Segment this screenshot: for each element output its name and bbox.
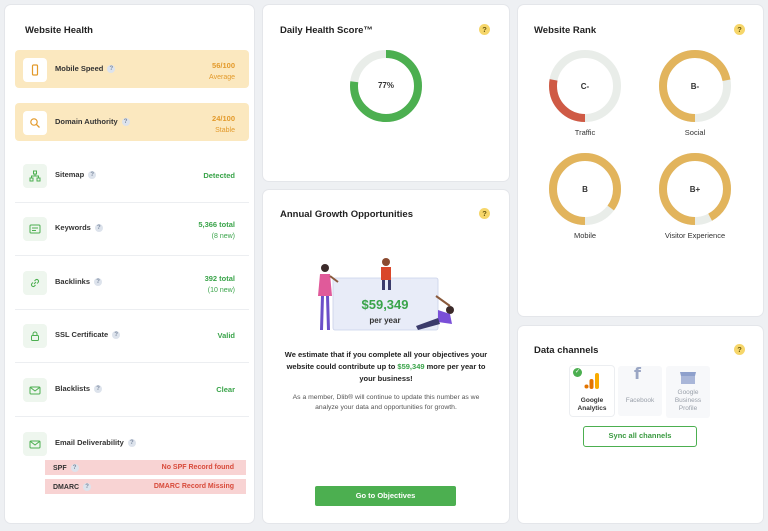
daily-health-card: Daily Health Score™ ? 77%: [263, 5, 509, 181]
dmarc-alert-row: DMARC? DMARC Record Missing: [45, 479, 246, 494]
divider: [15, 309, 249, 310]
domain-authority-label: Domain Authority: [55, 117, 118, 126]
spf-value: No SPF Record found: [161, 464, 234, 471]
sitemap-row[interactable]: Sitemap? Detected: [15, 156, 249, 196]
divider: [15, 255, 249, 256]
help-icon[interactable]: ?: [112, 331, 121, 339]
divider: [15, 362, 249, 363]
search-icon: [23, 111, 47, 135]
divider: [15, 202, 249, 203]
growth-amount: $59,349: [361, 297, 409, 312]
blacklists-value: Clear: [216, 385, 235, 394]
mobile-speed-value: 56/100 Average: [209, 61, 235, 81]
social-label: Social: [684, 128, 706, 137]
help-icon[interactable]: ?: [94, 278, 103, 286]
help-icon[interactable]: ?: [734, 344, 745, 355]
website-rank-title: Website Rank: [534, 25, 597, 36]
backlinks-row[interactable]: Backlinks? 392 total (10 new): [15, 263, 249, 303]
backlinks-value: 392 total (10 new): [204, 274, 235, 294]
mobile-phone-icon: [23, 58, 47, 82]
mobile-grade: B: [582, 185, 588, 194]
growth-note: As a member, Dlib® will continue to upda…: [292, 394, 480, 411]
help-icon[interactable]: ?: [121, 118, 130, 126]
website-health-card: Website Health Mobile Speed? 56/100 Avera…: [5, 5, 254, 523]
ssl-certificate-value: Valid: [217, 331, 235, 340]
mobile-speed-row[interactable]: Mobile Speed? 56/100 Average: [15, 50, 249, 88]
ssl-certificate-label: SSL Certificate: [55, 330, 109, 339]
channel-facebook[interactable]: f Facebook: [618, 366, 662, 416]
keywords-value: 5,366 total (8 new): [198, 220, 235, 240]
domain-authority-value: 24/100 Stable: [212, 114, 235, 134]
keywords-row[interactable]: Keywords? 5,366 total (8 new): [15, 209, 249, 249]
annual-growth-title: Annual Growth Opportunities: [280, 209, 413, 220]
sitemap-label: Sitemap: [55, 170, 85, 179]
health-score-text: 77%: [377, 81, 394, 90]
channel-name: Google Business Profile: [674, 389, 702, 412]
google-business-icon: [680, 372, 696, 384]
ssl-certificate-row[interactable]: SSL Certificate? Valid: [15, 316, 249, 356]
facebook-icon: f: [634, 364, 641, 383]
data-channels-card: Data channels ? ✓ Google Analytics f Fac…: [518, 326, 763, 523]
channel-google-analytics[interactable]: ✓ Google Analytics: [570, 366, 614, 416]
visitor-experience-label: Visitor Experience: [664, 231, 726, 240]
email-deliverability-row[interactable]: Email Deliverability?: [15, 424, 249, 464]
help-icon[interactable]: ?: [83, 483, 92, 491]
lock-icon: [23, 324, 47, 348]
mobile-label: Mobile: [573, 231, 597, 240]
blacklists-row[interactable]: Blacklists? Clear: [15, 370, 249, 410]
email-deliverability-label: Email Deliverability: [55, 438, 124, 447]
growth-estimate-text: We estimate that if you complete all you…: [284, 350, 488, 383]
spf-label: SPF: [53, 465, 67, 472]
sitemap-icon: [23, 164, 47, 188]
help-icon[interactable]: ?: [479, 208, 490, 219]
dmarc-value: DMARC Record Missing: [153, 483, 234, 490]
help-icon[interactable]: ?: [70, 464, 79, 472]
traffic-label: Traffic: [574, 128, 596, 137]
growth-per-year: per year: [369, 316, 401, 325]
domain-authority-row[interactable]: Domain Authority? 24/100 Stable: [15, 103, 249, 141]
traffic-grade: C-: [580, 82, 590, 91]
help-icon[interactable]: ?: [107, 65, 116, 73]
dmarc-label: DMARC: [53, 484, 80, 491]
help-icon[interactable]: ?: [479, 24, 490, 35]
channel-name: Google Analytics: [577, 397, 607, 412]
go-to-objectives-button[interactable]: Go to Objectives: [315, 486, 456, 506]
channel-google-business-profile[interactable]: Google Business Profile: [666, 366, 710, 418]
channel-name: Facebook: [625, 397, 655, 404]
data-channels-title: Data channels: [534, 345, 599, 356]
google-analytics-icon: [584, 373, 599, 389]
blacklists-label: Blacklists: [55, 384, 91, 393]
help-icon[interactable]: ?: [127, 439, 136, 447]
mobile-speed-label: Mobile Speed: [55, 64, 104, 73]
sync-all-channels-button[interactable]: Sync all channels: [583, 426, 697, 447]
help-icon[interactable]: ?: [734, 24, 745, 35]
website-health-title: Website Health: [25, 25, 93, 36]
help-icon[interactable]: ?: [94, 224, 103, 232]
visitor-experience-grade: B+: [689, 185, 701, 194]
keywords-label: Keywords: [55, 223, 91, 232]
social-grade: B-: [690, 82, 700, 91]
website-rank-card: Website Rank ? C- Traffic B- Social B Mo…: [518, 5, 763, 316]
help-icon[interactable]: ?: [94, 385, 103, 393]
daily-health-title: Daily Health Score™: [280, 25, 373, 36]
backlinks-label: Backlinks: [55, 277, 91, 286]
help-icon[interactable]: ?: [88, 171, 97, 179]
divider: [15, 416, 249, 417]
mail-check-icon: [23, 378, 47, 402]
annual-growth-card: Annual Growth Opportunities ? $59,349 pe…: [263, 190, 509, 523]
mail-icon: [23, 432, 47, 456]
connected-check-icon: ✓: [573, 368, 582, 377]
spf-alert-row: SPF? No SPF Record found: [45, 460, 246, 475]
link-icon: [23, 271, 47, 295]
keywords-icon: [23, 217, 47, 241]
sitemap-value: Detected: [203, 171, 235, 180]
